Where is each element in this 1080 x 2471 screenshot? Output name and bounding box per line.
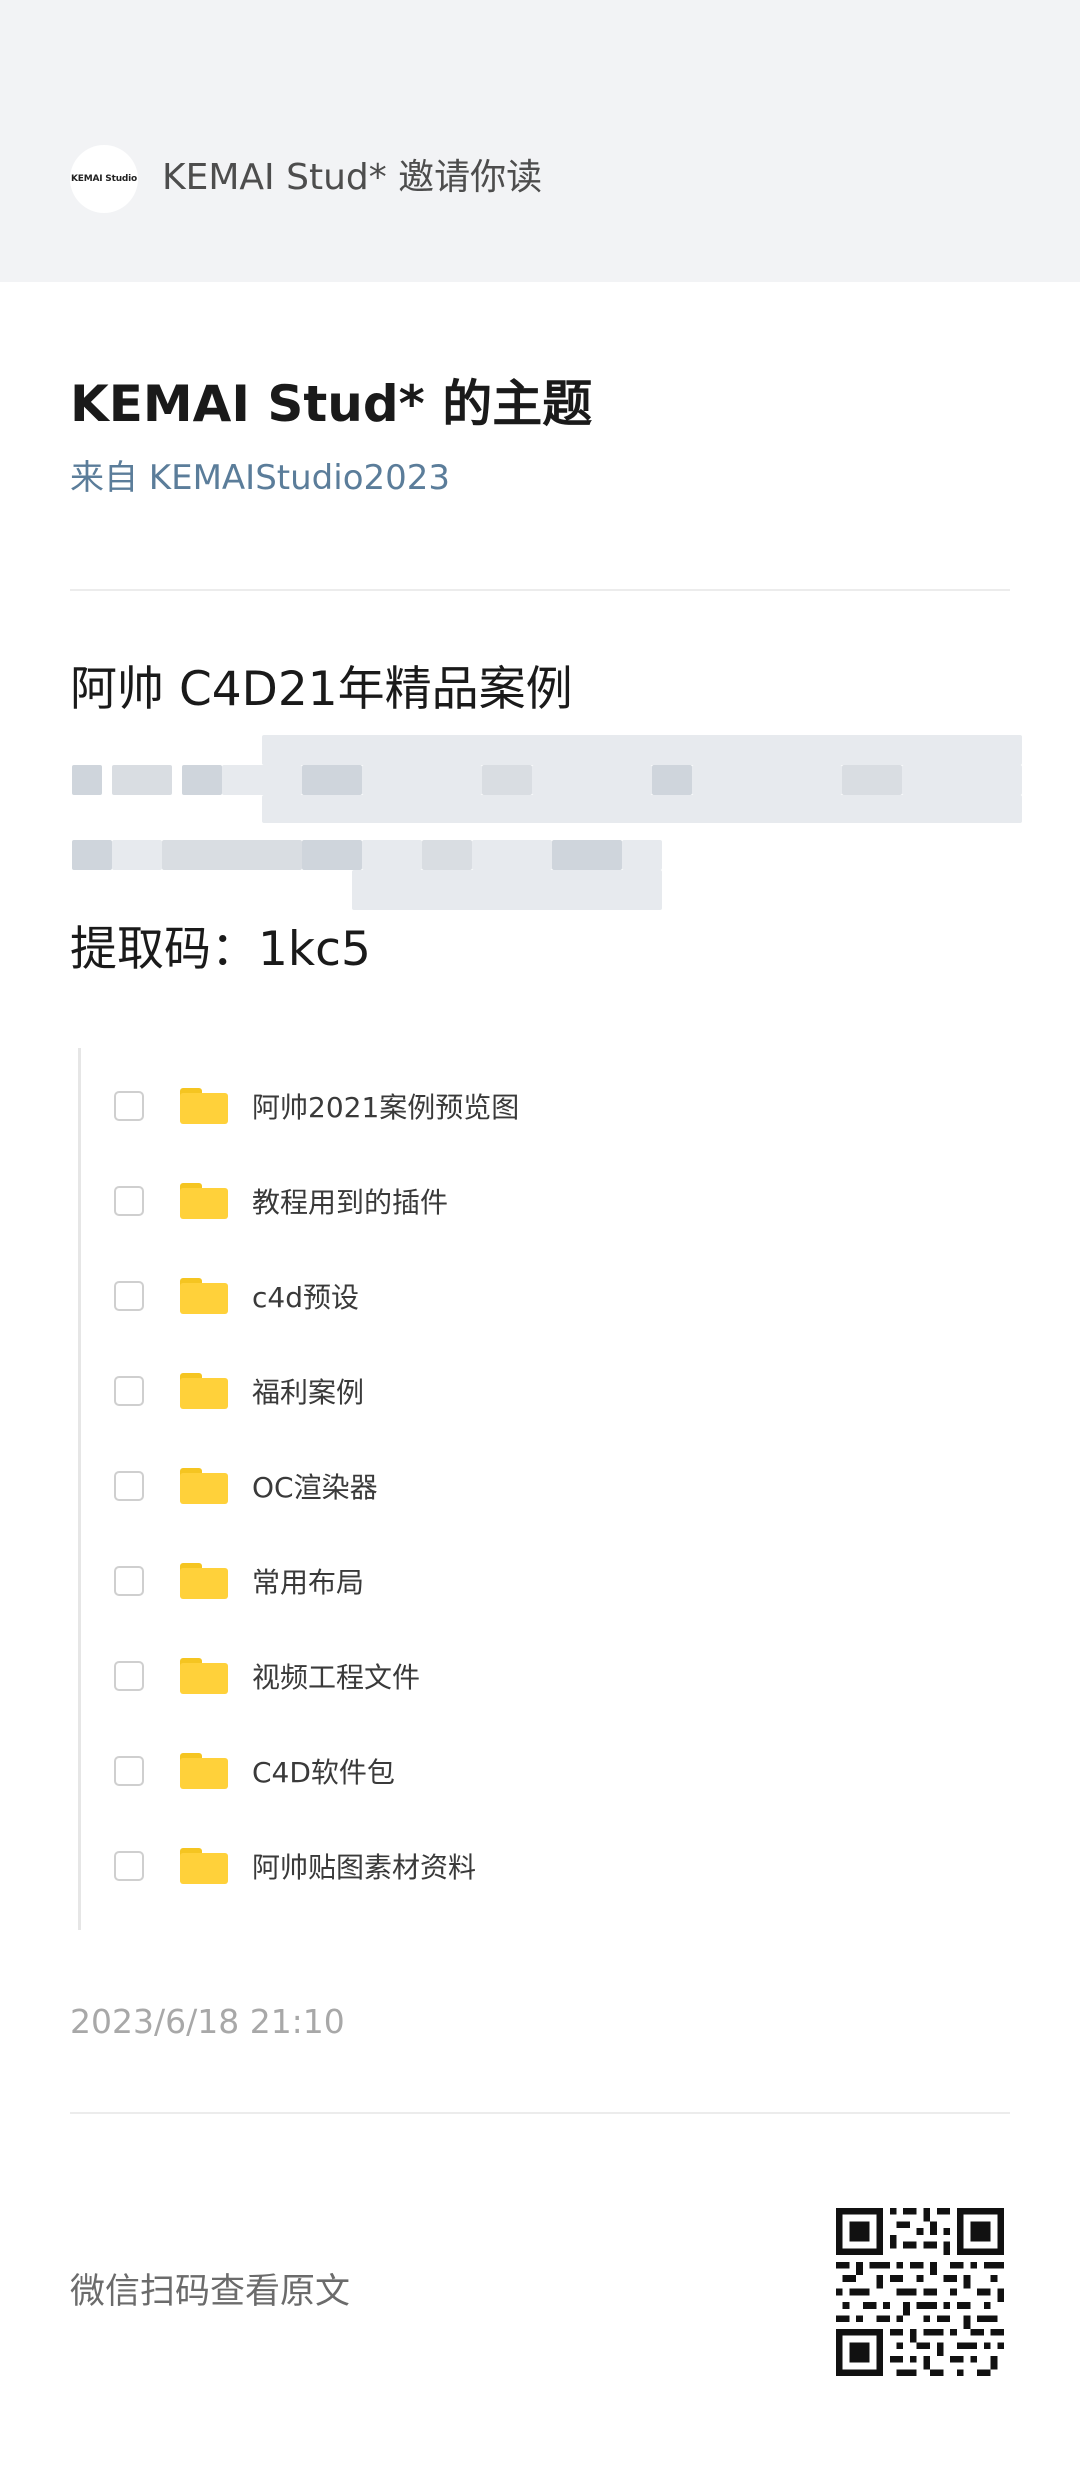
qr-code[interactable] — [836, 2208, 1004, 2376]
file-name: OC渲染器 — [252, 1470, 378, 1504]
list-item[interactable]: 视频工程文件 — [110, 1628, 910, 1723]
checkbox[interactable] — [114, 1565, 144, 1596]
list-item[interactable]: OC渲染器 — [110, 1438, 910, 1533]
file-name: c4d预设 — [252, 1280, 359, 1314]
folder-icon — [180, 1467, 228, 1504]
checkbox[interactable] — [114, 1280, 144, 1311]
redacted-link — [72, 735, 1022, 915]
folder-icon — [180, 1657, 228, 1694]
checkbox[interactable] — [114, 1660, 144, 1691]
checkbox[interactable] — [114, 1470, 144, 1501]
folder-icon — [180, 1372, 228, 1409]
folder-icon — [180, 1277, 228, 1314]
scan-hint: 微信扫码查看原文 — [70, 2272, 351, 2312]
folder-icon — [180, 1752, 228, 1789]
file-name: 福利案例 — [252, 1375, 365, 1409]
avatar-logo-text: KEMAI Studio — [70, 174, 138, 184]
list-item[interactable]: 常用布局 — [110, 1533, 910, 1628]
folder-icon — [180, 1847, 228, 1884]
quote-bar — [78, 1048, 81, 1930]
list-item[interactable]: 阿帅2021案例预览图 — [110, 1058, 910, 1153]
file-name: 教程用到的插件 — [252, 1185, 449, 1219]
list-item[interactable]: C4D软件包 — [110, 1723, 910, 1818]
post-title: 阿帅 C4D21年精品案例 — [70, 662, 573, 717]
list-item[interactable]: c4d预设 — [110, 1248, 910, 1343]
extraction-code: 提取码：1kc5 — [70, 922, 371, 977]
checkbox[interactable] — [114, 1850, 144, 1881]
file-name: 阿帅2021案例预览图 — [252, 1090, 520, 1124]
list-item[interactable]: 阿帅贴图素材资料 — [110, 1818, 910, 1913]
file-name: C4D软件包 — [252, 1755, 395, 1789]
topic-source[interactable]: 来自 KEMAIStudio2023 — [70, 456, 450, 500]
post-timestamp: 2023/6/18 21:10 — [70, 2002, 345, 2041]
checkbox[interactable] — [114, 1185, 144, 1216]
topic-title[interactable]: KEMAI Stud* 的主题 — [70, 372, 592, 436]
file-list: 阿帅2021案例预览图 教程用到的插件 c4d预设 福利案例 OC渲染器 常用布… — [110, 1058, 910, 1913]
folder-icon — [180, 1182, 228, 1219]
checkbox[interactable] — [114, 1755, 144, 1786]
divider — [70, 2112, 1010, 2114]
file-name: 视频工程文件 — [252, 1660, 421, 1694]
file-name: 常用布局 — [252, 1565, 365, 1599]
folder-icon — [180, 1087, 228, 1124]
divider — [70, 589, 1010, 591]
list-item[interactable]: 福利案例 — [110, 1343, 910, 1438]
checkbox[interactable] — [114, 1375, 144, 1406]
header-band — [0, 0, 1080, 282]
folder-icon — [180, 1562, 228, 1599]
invite-text: KEMAI Stud* 邀请你读 — [162, 157, 543, 198]
list-item[interactable]: 教程用到的插件 — [110, 1153, 910, 1248]
avatar[interactable]: KEMAI Studio — [70, 145, 138, 213]
file-name: 阿帅贴图素材资料 — [252, 1850, 477, 1884]
checkbox[interactable] — [114, 1090, 144, 1121]
